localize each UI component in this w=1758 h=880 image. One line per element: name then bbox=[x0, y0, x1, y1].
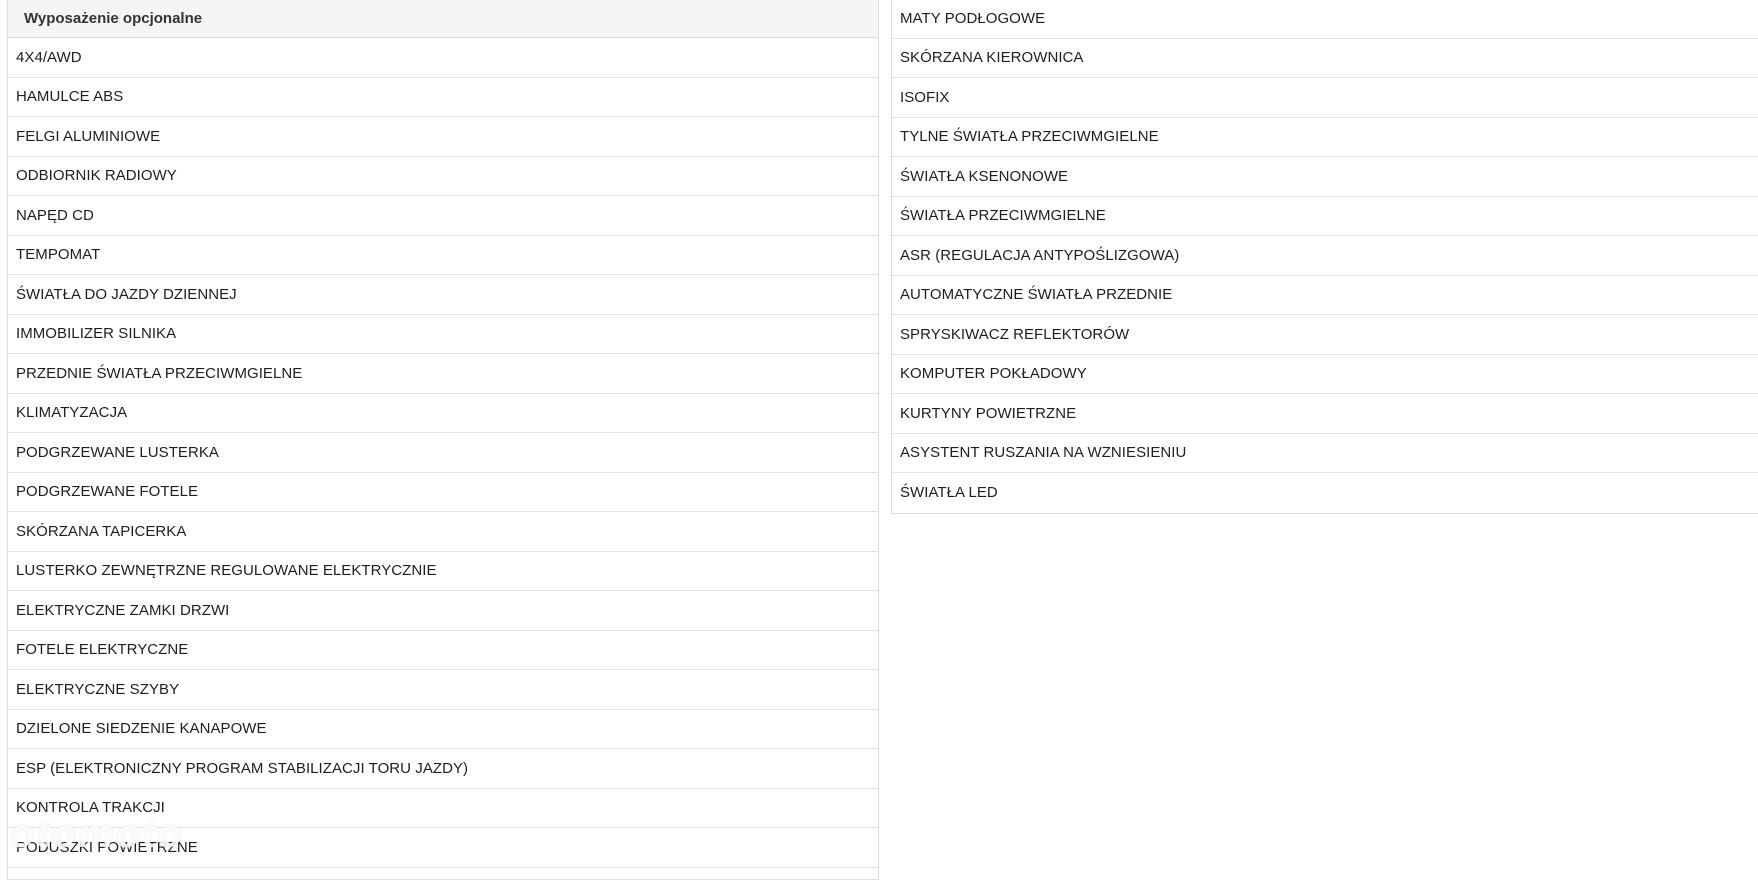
equipment-list-item: NAPĘD CD bbox=[8, 196, 878, 236]
panel-heading: Wyposażenie opcjonalne bbox=[8, 0, 878, 38]
equipment-list-item: ELEKTRYCZNE ZAMKI DRZWI bbox=[8, 591, 878, 631]
equipment-list-item: ASR (REGULACJA ANTYPOŚLIZGOWA) bbox=[892, 236, 1758, 276]
equipment-list-item: 4X4/AWD bbox=[8, 38, 878, 78]
equipment-list-item: HAMULCE ABS bbox=[8, 78, 878, 117]
equipment-list-item: KLIMATYZACJA bbox=[8, 394, 878, 433]
equipment-list-item: PRZEDNIE ŚWIATŁA PRZECIWMGIELNE bbox=[8, 354, 878, 394]
equipment-list-item: ŚWIATŁA PRZECIWMGIELNE bbox=[892, 197, 1758, 236]
equipment-list-item: ELEKTRYCZNE SZYBY bbox=[8, 670, 878, 710]
equipment-list-item: TEMPOMAT bbox=[8, 236, 878, 275]
equipment-list-item: TYLNE ŚWIATŁA PRZECIWMGIELNE bbox=[892, 118, 1758, 157]
equipment-list-item: PODGRZEWANE LUSTERKA bbox=[8, 433, 878, 473]
equipment-list-item: IMMOBILIZER SILNIKA bbox=[8, 315, 878, 354]
equipment-list-item: ASYSTENT RUSZANIA NA WZNIESIENIU bbox=[892, 434, 1758, 473]
equipment-list-item: SPRYSKIWACZ REFLEKTORÓW bbox=[892, 315, 1758, 355]
equipment-list-item: ŚWIATŁA KSENONOWE bbox=[892, 157, 1758, 197]
optional-equipment-panel-left: Wyposażenie opcjonalne 4X4/AWD HAMULCE AB… bbox=[7, 0, 879, 880]
equipment-list-item: LUSTERKO ZEWNĘTRZNE REGULOWANE ELEKTRYCZ… bbox=[8, 552, 878, 591]
equipment-list-item: FOTELE ELEKTRYCZNE bbox=[8, 631, 878, 670]
equipment-list-item: DZIELONE SIEDZENIE KANAPOWE bbox=[8, 710, 878, 749]
equipment-list-item: MATY PODŁOGOWE bbox=[892, 0, 1758, 39]
equipment-list-item: SKÓRZANA KIEROWNICA bbox=[892, 39, 1758, 78]
equipment-list-item: KOMPUTER POKŁADOWY bbox=[892, 355, 1758, 394]
equipment-list-item: ISOFIX bbox=[892, 78, 1758, 118]
equipment-list-right: MATY PODŁOGOWE SKÓRZANA KIEROWNICA ISOFIX T… bbox=[892, 0, 1758, 513]
equipment-list-item: ESP (ELEKTRONICZNY PROGRAM STABILIZACJI … bbox=[8, 749, 878, 789]
equipment-list-item: ODBIORNIK RADIOWY bbox=[8, 157, 878, 196]
equipment-list-item: FELGI ALUMINIOWE bbox=[8, 117, 878, 157]
equipment-list-item: PODGRZEWANE FOTELE bbox=[8, 473, 878, 512]
equipment-list-item: ŚWIATŁA LED bbox=[900, 484, 998, 502]
equipment-list-item: KURTYNY POWIETRZNE bbox=[892, 394, 1758, 434]
equipment-list-item: KONTROLA TRAKCJI bbox=[8, 789, 878, 828]
equipment-list-item: SKÓRZANA TAPICERKA bbox=[8, 512, 878, 552]
equipment-list-left: 4X4/AWD HAMULCE ABS FELGI ALUMINIOWE ODBIOR… bbox=[8, 38, 878, 868]
optional-equipment-panel-right: MATY PODŁOGOWE SKÓRZANA KIEROWNICA ISOFIX T… bbox=[891, 0, 1758, 514]
equipment-list-item: AUTOMATYCZNE ŚWIATŁA PRZEDNIE bbox=[892, 276, 1758, 315]
equipment-list-item: ŚWIATŁA DO JAZDY DZIENNEJ bbox=[8, 275, 878, 315]
